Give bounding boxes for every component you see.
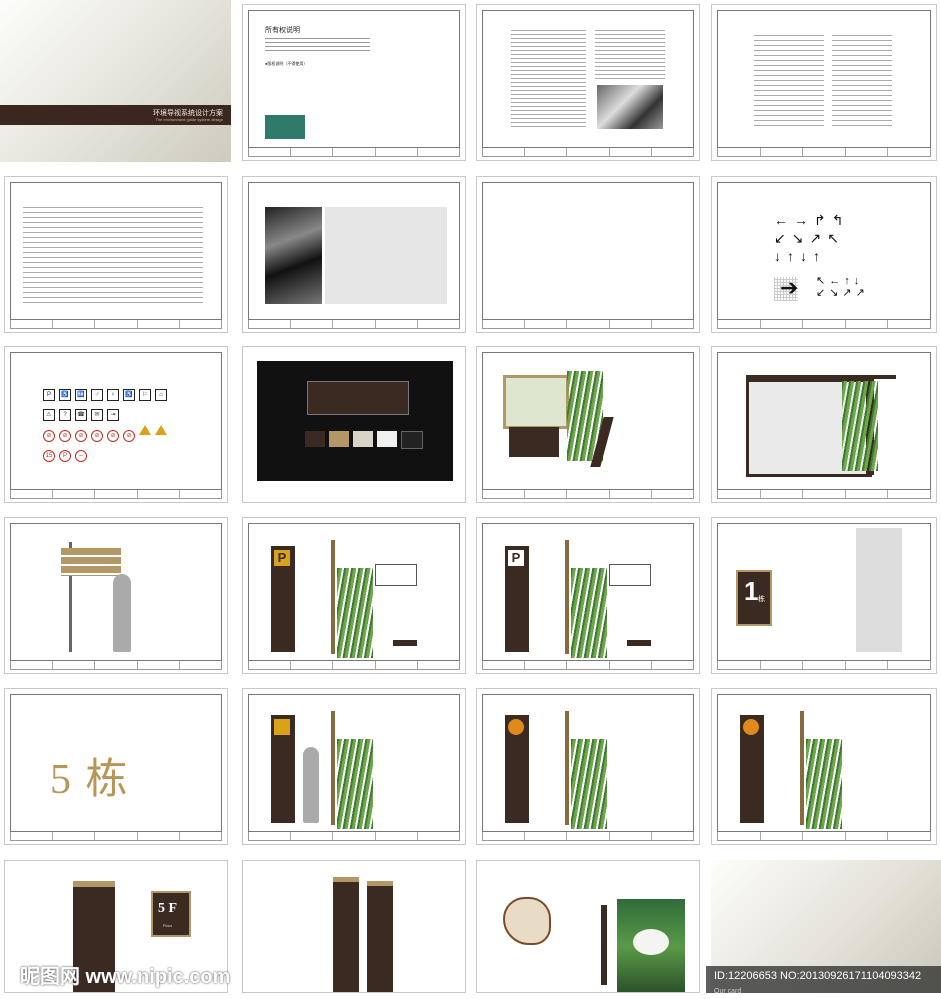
logo-block <box>265 115 305 139</box>
floor-number: 5 F <box>158 901 178 916</box>
building-unit: 栋 <box>758 596 765 603</box>
page-butterfly-sign <box>476 860 700 993</box>
parking-icon: P <box>274 550 290 566</box>
page-map-sign <box>476 346 700 503</box>
floor-plate: 5 F Floor <box>151 891 191 937</box>
watermark-right: ID:12206653 NO:20130926171104093342 Our … <box>706 966 941 995</box>
page-children-sign <box>476 688 700 845</box>
page-underground-parking <box>242 860 466 993</box>
swatch-board <box>257 361 453 481</box>
watermark-id: ID:12206653 NO:20130926171104093342 <box>714 970 922 982</box>
arrow-set-small: ↖←↑↓ ↙↘↗↗ <box>816 275 869 299</box>
map-board <box>503 375 569 429</box>
material-photo <box>265 207 322 304</box>
arrow-set: ←→↱↰ ↙↘↗↖ ↓↑↓↑ <box>774 212 850 264</box>
material-strip <box>511 243 683 273</box>
page-arrows: ←→↱↰ ↙↘↗↖ ↓↑↓↑ ➔ ↖←↑↓ ↙↘↗↗ <box>711 176 937 333</box>
arrow-right-icon: ➔ <box>780 275 799 300</box>
human-silhouette <box>113 574 131 652</box>
symbol-grid: P ♿ 🚻 ♂ ♀ ♿ ⚐ ⌂ ⚠? ☎ ✉ ⇥ ⊘ ⊘ ⊘ ⊘ ⊘ ⊘ 15 P – <box>41 383 191 464</box>
building-number: 1 <box>744 576 759 606</box>
page-parking-sign-a: P <box>242 517 466 674</box>
page-process <box>4 176 228 333</box>
map-base <box>509 427 559 457</box>
page-color-swatches <box>242 346 466 503</box>
direction-blades <box>61 548 121 576</box>
page-copyright: 所有权说明 ●版权说明（不得使用） <box>242 4 466 161</box>
page-materials-row <box>476 176 700 333</box>
parking-totem: P <box>271 546 295 652</box>
copyright-heading: 所有权说明 <box>265 27 300 34</box>
cover-page: 环境导视系统设计方案 The environment guide system … <box>0 0 231 162</box>
worker-photo <box>597 85 663 129</box>
page-text-photo <box>476 4 700 161</box>
page-symbols: P ♿ 🚻 ♂ ♀ ♿ ⚐ ⌂ ⚠? ☎ ✉ ⇥ ⊘ ⊘ ⊘ ⊘ ⊘ ⊘ 15 P – <box>4 346 228 503</box>
page-fitness-sign <box>711 688 937 845</box>
page-building-sign: 1 栋 <box>711 517 937 674</box>
page-direction-post <box>4 517 228 674</box>
building-plate: 1 栋 <box>736 570 772 626</box>
copyright-subheading: ●版权说明（不得使用） <box>265 61 308 66</box>
swatch-main <box>307 381 409 415</box>
building-5-label: 5 栋 <box>50 757 130 803</box>
parking-icon-b: P <box>508 550 524 566</box>
detail-drawing <box>375 564 417 586</box>
floor-label: Floor <box>163 923 173 928</box>
cover-subtitle: The environment guide system design <box>155 117 223 122</box>
garden-photo <box>617 899 685 992</box>
butterfly-sign <box>503 897 551 945</box>
page-parking-sign-b: P <box>476 517 700 674</box>
page-notice-board <box>711 346 937 503</box>
wall-elevation <box>856 528 902 652</box>
page-material <box>242 176 466 333</box>
swatch-row <box>305 431 423 449</box>
watermark-left: 昵图网 www.nipic.com <box>20 966 231 988</box>
material-panel <box>325 207 447 304</box>
page-text <box>711 4 937 161</box>
watermark-sub: Our card <box>714 988 742 995</box>
page-activity-sign <box>242 688 466 845</box>
